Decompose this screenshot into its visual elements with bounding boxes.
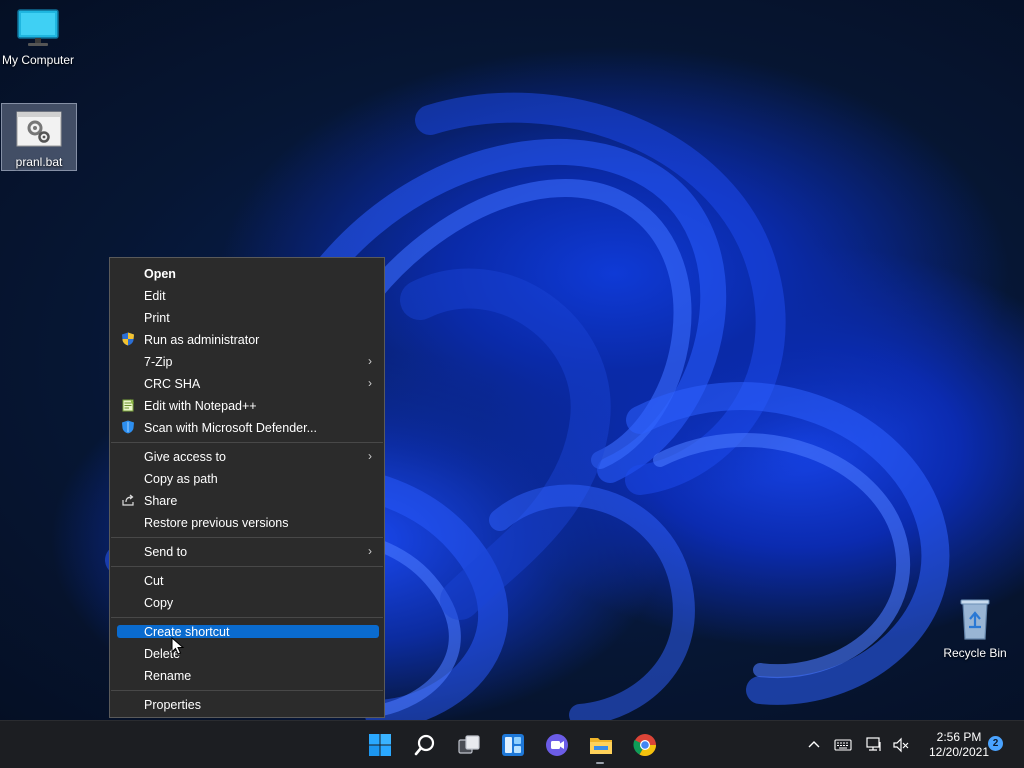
chevron-up-icon[interactable] [806, 737, 822, 753]
chevron-right-icon: › [368, 354, 372, 368]
menu-item-give-access-to[interactable]: Give access to › [116, 449, 378, 464]
menu-item-scan-with-defender[interactable]: Scan with Microsoft Defender... [116, 420, 378, 435]
menu-item-label: Rename [144, 669, 192, 683]
volume-muted-icon[interactable] [892, 736, 910, 754]
task-view-icon[interactable] [457, 733, 481, 757]
menu-item-open[interactable]: Open [116, 267, 378, 281]
desktop-icon-label: My Computer [1, 53, 75, 67]
share-icon [122, 494, 134, 506]
menu-item-label: CRC SHA [144, 377, 201, 391]
menu-separator [111, 617, 383, 618]
menu-item-delete[interactable]: Delete [116, 647, 378, 661]
menu-item-label: Share [144, 494, 178, 508]
chrome-icon[interactable] [633, 733, 657, 757]
menu-item-rename[interactable]: Rename [116, 669, 378, 683]
menu-separator [111, 566, 383, 567]
chat-icon[interactable] [545, 733, 569, 757]
menu-item-label: Scan with Microsoft Defender... [144, 421, 317, 435]
search-icon[interactable] [413, 733, 437, 757]
menu-item-label: Copy [144, 596, 174, 610]
start-icon[interactable] [368, 733, 392, 757]
recycle-bin-icon [960, 599, 990, 640]
menu-item-label: Open [144, 267, 176, 281]
uac-shield-icon [122, 332, 134, 346]
menu-item-label: Create shortcut [144, 625, 230, 639]
taskbar: 2:56 PM 12/20/2021 [0, 720, 1024, 768]
menu-item-label: Edit with Notepad++ [144, 399, 257, 413]
menu-item-copy[interactable]: Copy [116, 596, 378, 610]
menu-item-restore-previous-versions[interactable]: Restore previous versions [116, 516, 378, 530]
menu-item-label: Copy as path [144, 472, 218, 486]
chevron-right-icon: › [368, 544, 372, 558]
monitor-icon [17, 9, 59, 46]
menu-item-copy-as-path[interactable]: Copy as path [116, 472, 378, 486]
menu-item-edit-with-notepad-plus-plus[interactable]: Edit with Notepad++ [116, 399, 378, 413]
chevron-right-icon: › [368, 449, 372, 463]
network-icon[interactable] [865, 736, 883, 754]
menu-item-share[interactable]: Share [116, 494, 378, 508]
desktop-icon-recycle-bin[interactable]: Recycle Bin [940, 597, 1010, 660]
menu-item-print[interactable]: Print [116, 311, 378, 325]
running-app-indicator [596, 762, 604, 764]
menu-item-edit[interactable]: Edit [116, 289, 378, 303]
menu-item-label: Send to [144, 545, 188, 559]
notepad-plus-plus-icon [122, 399, 134, 412]
file-explorer-icon[interactable] [589, 733, 613, 757]
notification-count-badge[interactable]: 2 [988, 736, 1003, 751]
menu-item-label: 7-Zip [144, 355, 173, 369]
defender-shield-icon [122, 420, 134, 434]
mouse-pointer-icon [171, 637, 185, 655]
menu-separator [111, 690, 383, 691]
menu-item-label: Print [144, 311, 170, 325]
menu-separator [111, 442, 383, 443]
batch-file-icon [16, 111, 62, 147]
menu-item-cut[interactable]: Cut [116, 574, 378, 588]
desktop-icon-label: pranl.bat [15, 155, 63, 169]
menu-item-create-shortcut[interactable]: Create shortcut [117, 625, 379, 639]
menu-item-label: Run as administrator [144, 333, 260, 347]
menu-separator [111, 537, 383, 538]
menu-item-crc-sha[interactable]: CRC SHA › [116, 376, 378, 391]
menu-item-run-as-administrator[interactable]: Run as administrator [116, 332, 378, 347]
menu-item-7-zip[interactable]: 7-Zip › [116, 354, 378, 369]
menu-item-label: Edit [144, 289, 166, 303]
menu-item-properties[interactable]: Properties [116, 698, 378, 712]
desktop-icon-label: Recycle Bin [943, 646, 1007, 660]
desktop-icon-my-computer[interactable]: My Computer [0, 8, 76, 67]
menu-item-label: Give access to [144, 450, 226, 464]
menu-item-label: Cut [144, 574, 164, 588]
menu-item-send-to[interactable]: Send to › [116, 544, 378, 559]
menu-item-label: Properties [144, 698, 201, 712]
chevron-right-icon: › [368, 376, 372, 390]
context-menu: Open Edit Print Run as administrator 7-Z… [109, 257, 385, 718]
desktop-icon-pranl-bat[interactable]: pranl.bat [1, 103, 77, 171]
widgets-icon[interactable] [501, 733, 525, 757]
keyboard-icon[interactable] [834, 737, 852, 753]
menu-item-label: Restore previous versions [144, 516, 289, 530]
